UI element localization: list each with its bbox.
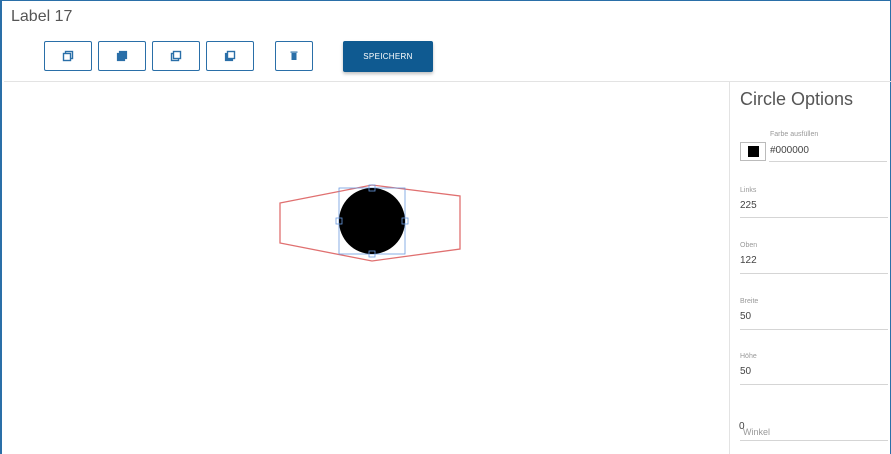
left-field-input[interactable]: 225	[740, 200, 757, 211]
delete-button[interactable]	[275, 41, 313, 71]
height-field-label: Höhe	[740, 353, 757, 360]
app-window: Label 17 SPEICHERN Circle Options Farbe …	[0, 0, 891, 454]
send-to-back-icon	[224, 50, 236, 62]
height-field-input[interactable]: 50	[740, 366, 751, 377]
bring-to-front-icon	[116, 50, 128, 62]
height-field-underline	[740, 384, 888, 385]
page-title: Label 17	[11, 8, 73, 25]
left-field-underline	[740, 217, 888, 218]
circle-shape[interactable]	[339, 188, 405, 254]
canvas-svg	[279, 184, 461, 262]
width-field-input[interactable]: 50	[740, 311, 751, 322]
panel-title: Circle Options	[740, 89, 854, 109]
width-field-label: Breite	[740, 298, 759, 305]
width-field-underline	[740, 329, 888, 330]
send-backward-button[interactable]	[152, 41, 200, 71]
fill-color-input[interactable]: #000000	[770, 145, 809, 156]
drawing-canvas[interactable]	[4, 82, 729, 454]
save-button[interactable]: SPEICHERN	[343, 41, 433, 72]
top-field-label: Oben	[740, 242, 758, 249]
fill-color-label: Farbe ausfüllen	[770, 131, 819, 138]
left-field-label: Links	[740, 187, 757, 194]
bring-forward-button[interactable]	[44, 41, 92, 71]
bring-to-front-button[interactable]	[98, 41, 146, 71]
angle-field-label: Winkel	[743, 427, 771, 437]
panel-divider	[729, 81, 730, 454]
fill-color-swatch[interactable]	[740, 142, 766, 161]
send-backward-icon	[170, 50, 182, 62]
delete-icon	[290, 51, 298, 60]
angle-field-underline	[740, 440, 888, 441]
send-to-back-button[interactable]	[206, 41, 254, 71]
fill-color-underline	[769, 161, 887, 162]
top-field-underline	[740, 273, 888, 274]
top-field-input[interactable]: 122	[740, 255, 757, 266]
bring-forward-icon	[62, 50, 74, 62]
fill-color-preview	[747, 146, 759, 157]
